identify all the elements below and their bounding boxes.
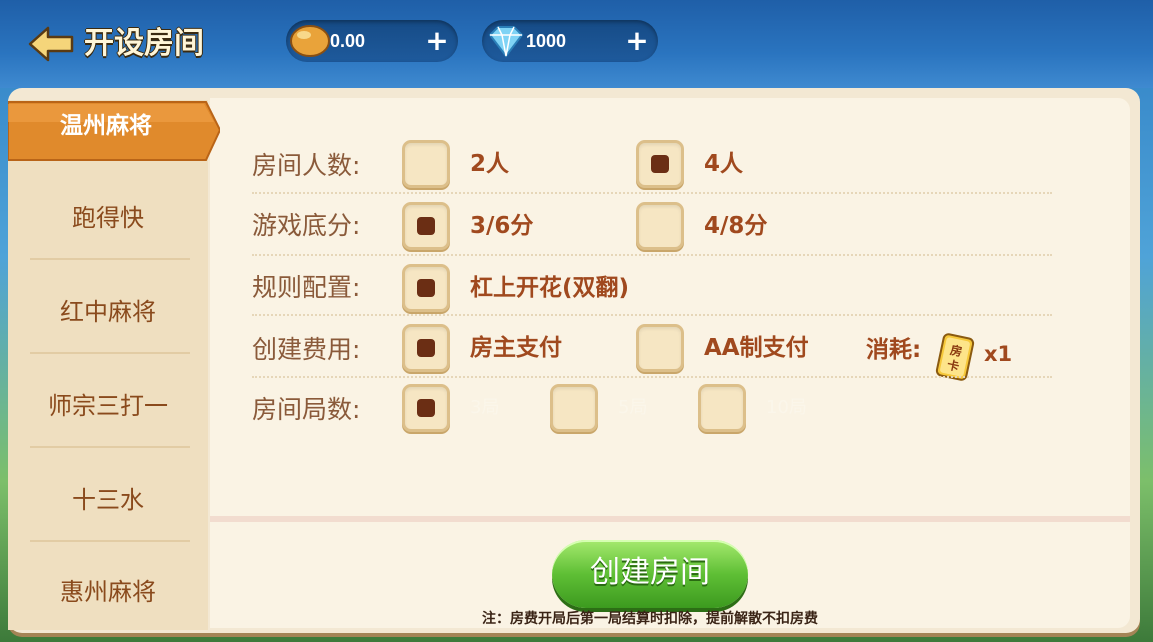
back-arrow-icon[interactable]	[28, 24, 76, 64]
row-divider	[252, 192, 1052, 194]
checked-dot	[417, 339, 435, 357]
rules-label: 规则配置:	[252, 273, 361, 302]
beans-value: 0.00	[330, 31, 366, 51]
gang-kaihua-checkbox[interactable]	[402, 264, 450, 312]
consume-label: 消耗:	[866, 337, 922, 363]
row-divider	[252, 254, 1052, 256]
rounds-10-checkbox[interactable]	[698, 384, 746, 432]
checked-dot	[417, 217, 435, 235]
players-4-checkbox[interactable]	[636, 140, 684, 188]
diamond-icon	[484, 20, 528, 62]
sidebar-item-huizhou-mahjong[interactable]: 惠州麻将	[8, 546, 208, 638]
rounds-label: 房间局数:	[252, 395, 361, 424]
fee-label: 创建费用:	[252, 335, 361, 364]
gems-value: 1000	[526, 31, 567, 51]
aa-pay-checkbox[interactable]	[636, 324, 684, 372]
players-label: 房间人数:	[252, 151, 361, 180]
owner-pay-label: 房主支付	[470, 335, 562, 361]
sidebar-divider	[30, 352, 190, 354]
aa-pay-label: AA制支付	[704, 335, 809, 361]
players-2-label: 2人	[470, 151, 510, 177]
sidebar-item-hongzhong-mahjong[interactable]: 红中麻将	[8, 266, 208, 358]
sidebar-item-wenzhou-mahjong[interactable]: 温州麻将	[8, 100, 204, 152]
checked-dot	[417, 399, 435, 417]
create-room-button[interactable]: 创建房间	[552, 540, 748, 608]
sidebar-divider	[30, 446, 190, 448]
bottom-separator	[210, 516, 1130, 522]
rounds-3-label: 3局	[470, 397, 500, 418]
score-3-6-label: 3/6分	[470, 213, 534, 239]
gang-kaihua-label: 杠上开花(双翻)	[470, 275, 630, 301]
fee-note: 注：房费开局后第一局结算时扣除，提前解散不扣房费	[482, 611, 818, 627]
room-card-icon: 房 卡	[932, 332, 978, 382]
gems-balance: 1000 +	[482, 20, 658, 62]
page-title: 开设房间	[84, 26, 204, 61]
add-beans-button[interactable]: +	[424, 27, 450, 55]
sidebar-item-paodekuai[interactable]: 跑得快	[8, 172, 208, 264]
checked-dot	[417, 279, 435, 297]
score-3-6-checkbox[interactable]	[402, 202, 450, 250]
row-divider	[252, 314, 1052, 316]
checked-dot	[651, 155, 669, 173]
add-gems-button[interactable]: +	[624, 27, 650, 55]
rounds-3-checkbox[interactable]	[402, 384, 450, 432]
sidebar-item-shizong[interactable]: 师宗三打一	[8, 360, 208, 452]
players-4-label: 4人	[704, 151, 744, 177]
sidebar-divider	[30, 258, 190, 260]
rounds-10-label: 10局	[766, 397, 807, 418]
card-multiplier: x1	[984, 342, 1013, 366]
beans-balance: 0.00 +	[286, 20, 458, 62]
sidebar-item-shisanshui[interactable]: 十三水	[8, 454, 208, 546]
sidebar-divider	[30, 540, 190, 542]
score-4-8-label: 4/8分	[704, 213, 768, 239]
score-4-8-checkbox[interactable]	[636, 202, 684, 250]
owner-pay-checkbox[interactable]	[402, 324, 450, 372]
players-2-checkbox[interactable]	[402, 140, 450, 188]
bean-icon	[288, 20, 332, 62]
rounds-5-checkbox[interactable]	[550, 384, 598, 432]
base-score-label: 游戏底分:	[252, 211, 361, 240]
rounds-5-label: 5局	[618, 397, 648, 418]
row-divider	[252, 376, 1052, 378]
